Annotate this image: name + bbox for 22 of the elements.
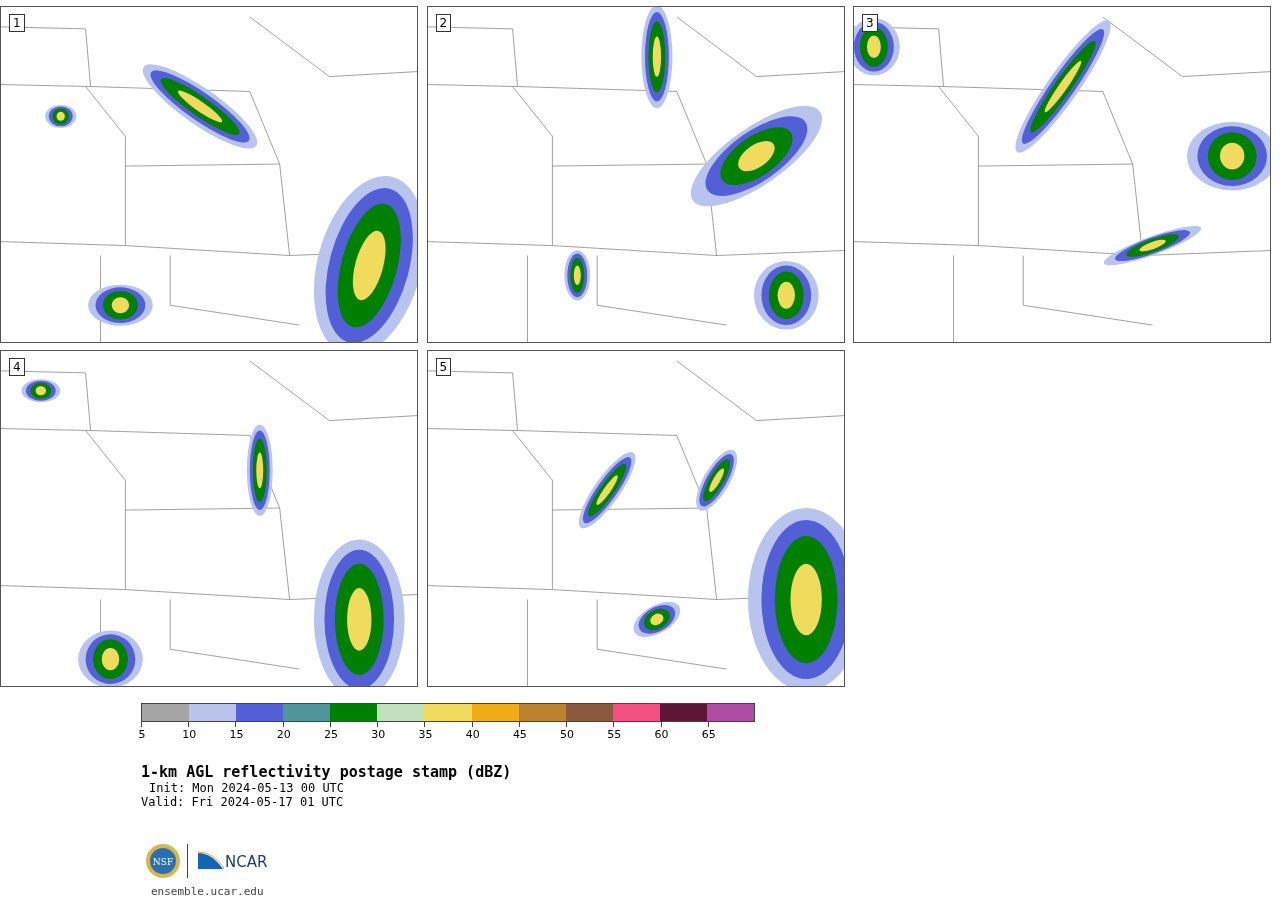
- panel-number: 4: [9, 358, 25, 376]
- tick-label: 35: [418, 728, 433, 741]
- ncar-logo: NCAR: [198, 851, 268, 871]
- tick-label: 55: [607, 728, 622, 741]
- panel-number: 1: [9, 14, 25, 32]
- tick-label: 50: [560, 728, 575, 741]
- tick-label: 40: [465, 728, 480, 741]
- tick-label: 20: [276, 728, 291, 741]
- tick-label: 5: [138, 728, 146, 741]
- tick-label: 60: [654, 728, 669, 741]
- nsf-logo: NSF: [145, 843, 181, 879]
- tick-label: 25: [323, 728, 338, 741]
- tick-label: 65: [701, 728, 716, 741]
- valid-time: Valid: Fri 2024-05-17 01 UTC: [141, 795, 345, 809]
- chart-title: 1-km AGL reflectivity postage stamp (dBZ): [141, 763, 513, 781]
- init-time: Init: Mon 2024-05-13 00 UTC: [149, 781, 346, 795]
- tick-label: 30: [371, 728, 386, 741]
- panel-number: 3: [862, 14, 878, 32]
- site-url: ensemble.ucar.edu: [151, 885, 265, 898]
- tick-label: 10: [182, 728, 197, 741]
- tick-label: 15: [229, 728, 244, 741]
- tick-label: 45: [512, 728, 527, 741]
